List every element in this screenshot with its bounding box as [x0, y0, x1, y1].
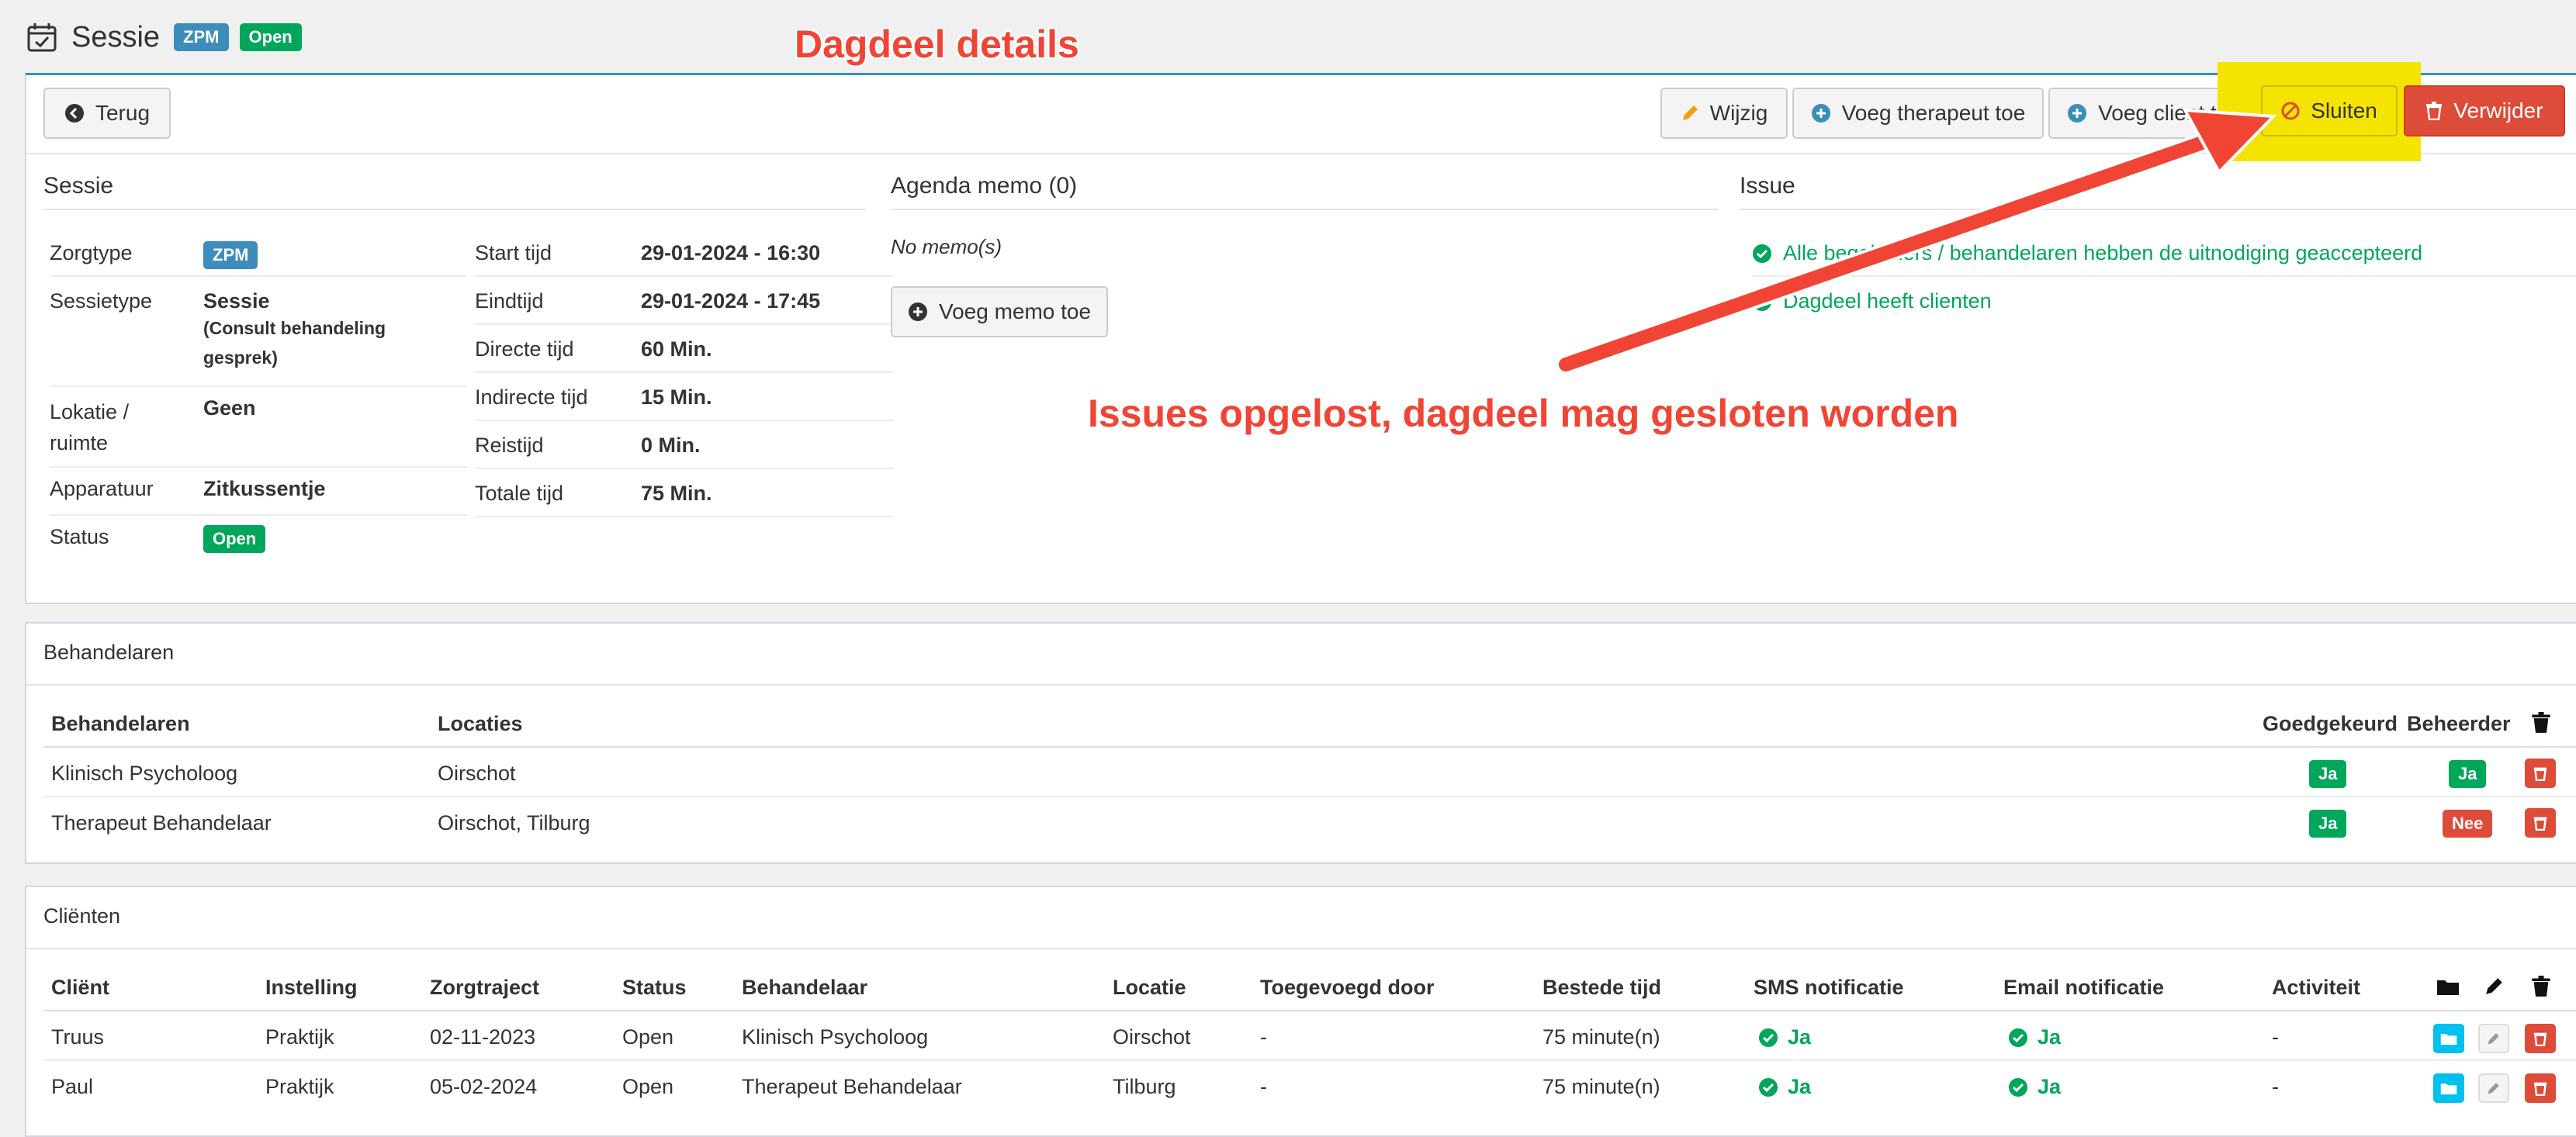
annotation-arrow [1556, 108, 2277, 375]
